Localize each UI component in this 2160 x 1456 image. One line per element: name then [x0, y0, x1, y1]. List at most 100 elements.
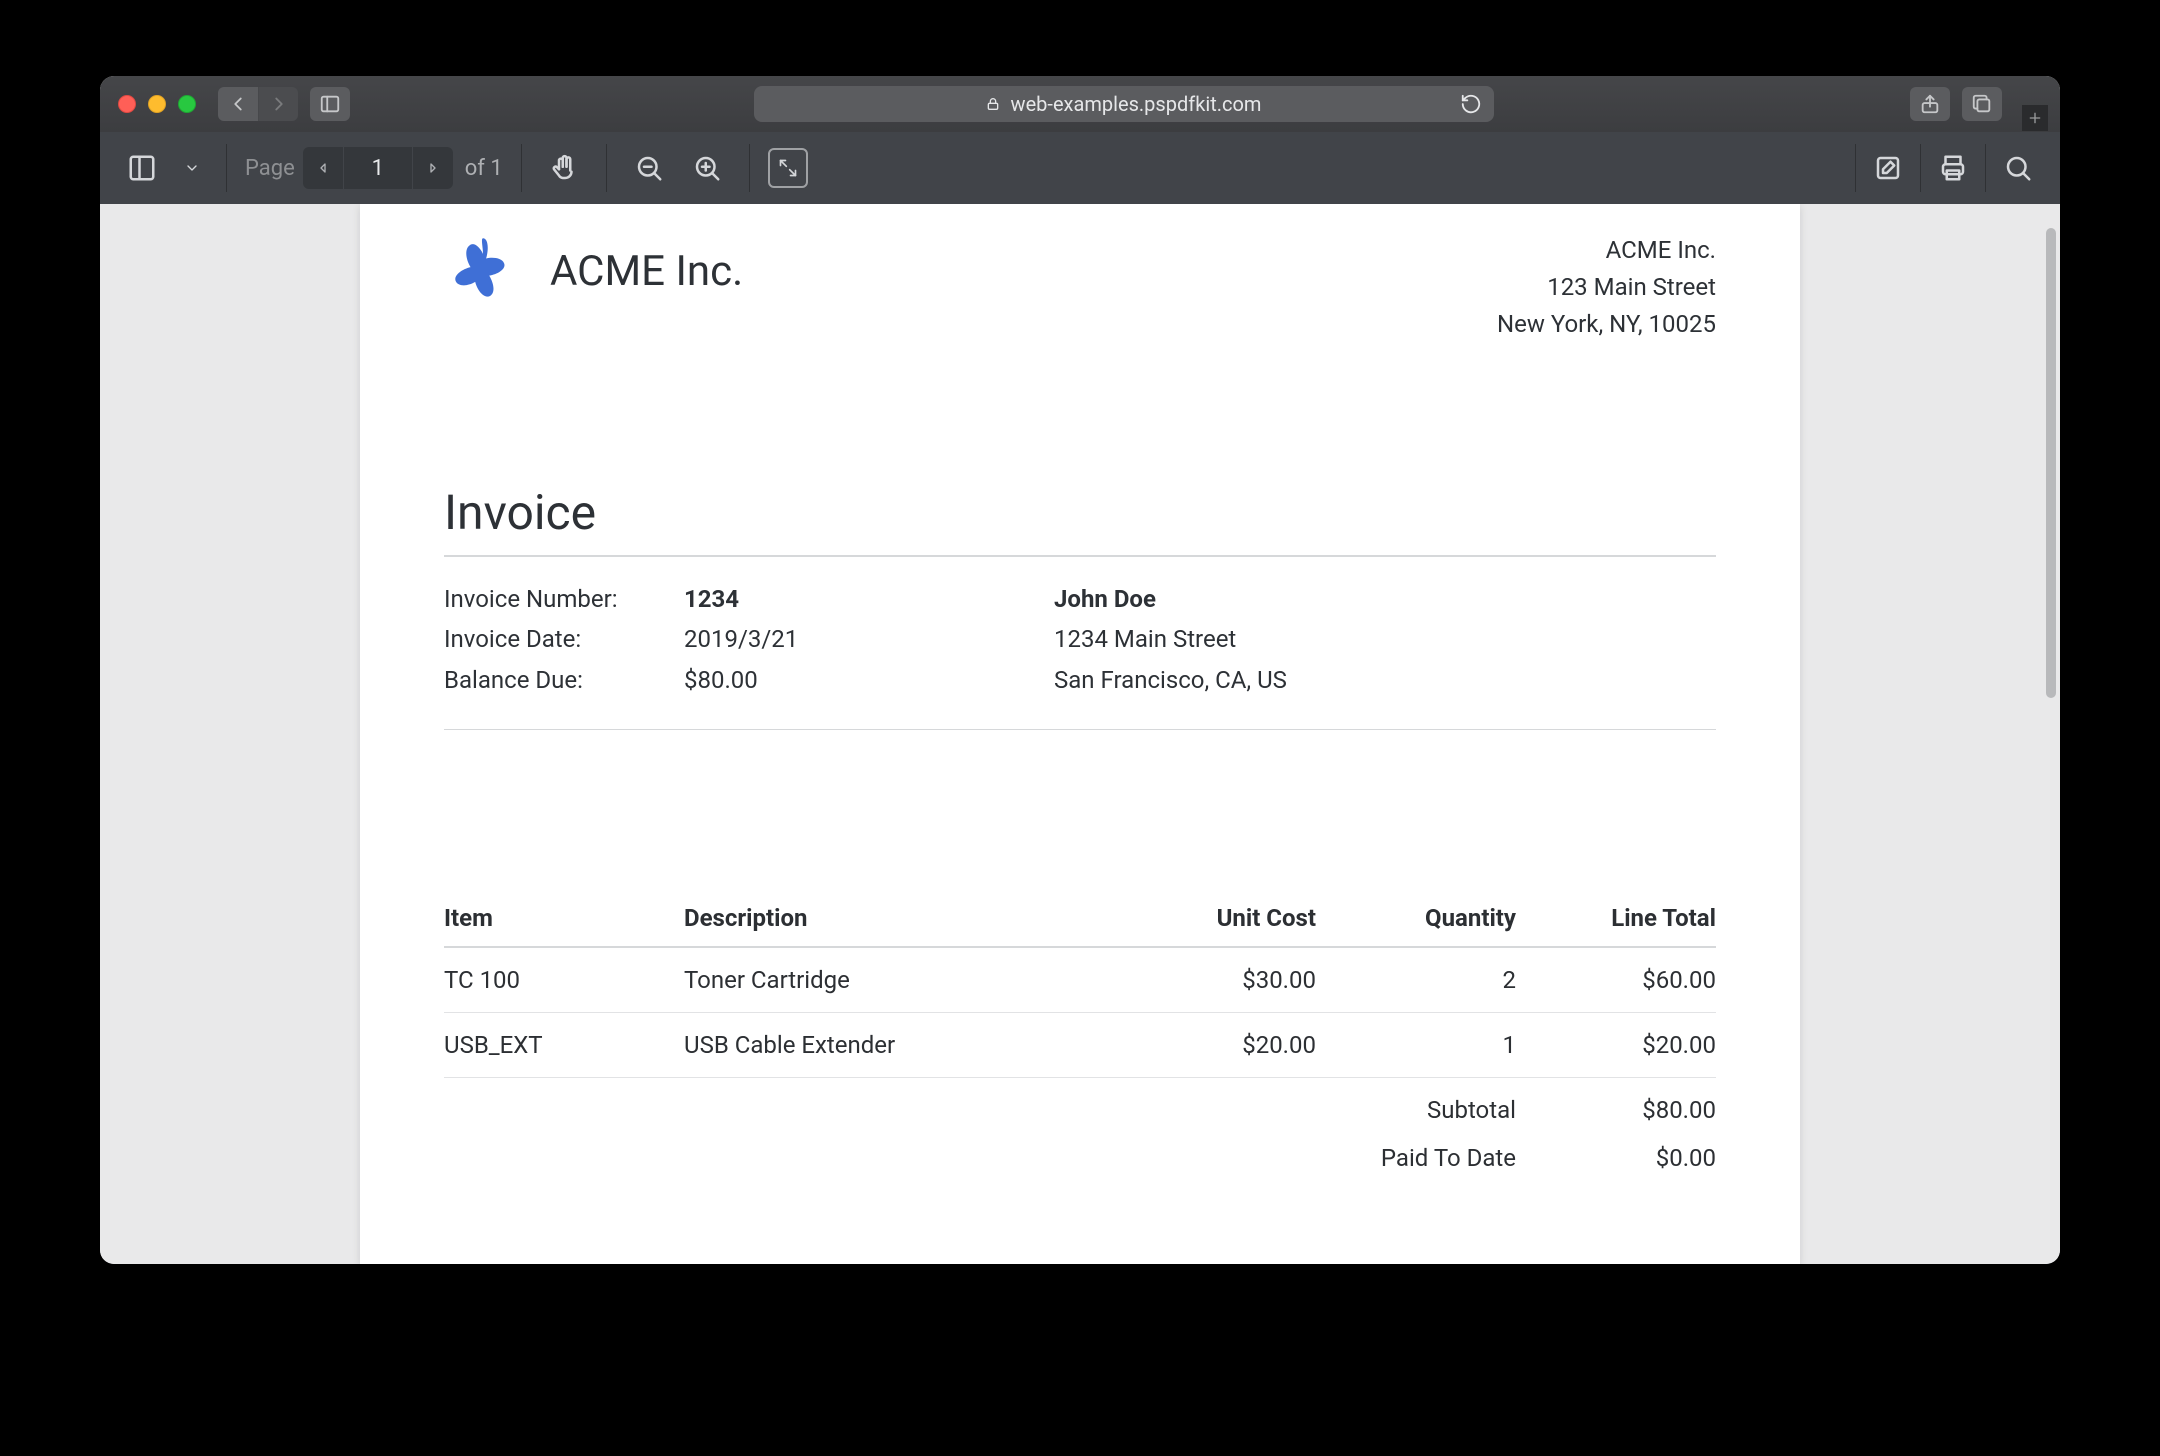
view-mode-dropdown[interactable]	[176, 144, 208, 192]
col-item: Item	[444, 890, 684, 947]
share-icon	[1919, 93, 1941, 115]
window-controls	[112, 95, 196, 113]
url-text: web-examples.pspdfkit.com	[1011, 92, 1262, 116]
billto-street: 1234 Main Street	[1054, 619, 1287, 660]
cell-line: $20.00	[1516, 1012, 1716, 1077]
vertical-scrollbar[interactable]	[2046, 228, 2056, 698]
zoom-in-icon	[692, 153, 722, 183]
invoice-meta-left: Invoice Number: 1234 Invoice Date: 2019/…	[444, 579, 1054, 701]
divider	[444, 555, 1716, 557]
separator	[749, 144, 750, 192]
billto-city: San Francisco, CA, US	[1054, 660, 1287, 701]
print-icon	[1938, 153, 1968, 183]
pdf-page: ACME Inc. ACME Inc. 123 Main Street New …	[360, 204, 1800, 1264]
titlebar: web-examples.pspdfkit.com	[100, 76, 2060, 132]
thumbnails-button[interactable]	[118, 144, 166, 192]
addr-line: ACME Inc.	[1497, 232, 1716, 269]
search-icon	[2003, 153, 2033, 183]
edit-icon	[1873, 153, 1903, 183]
page-navigator: Page 1 of 1	[245, 147, 503, 189]
chevron-right-icon	[268, 93, 290, 115]
expand-icon	[778, 158, 798, 178]
divider	[444, 729, 1716, 730]
tabs-button[interactable]	[1962, 87, 2002, 121]
addr-line: New York, NY, 10025	[1497, 306, 1716, 343]
back-button[interactable]	[218, 87, 258, 121]
new-tab-button[interactable]	[2022, 105, 2048, 131]
page-label: Page	[245, 156, 295, 181]
separator	[521, 144, 522, 192]
zoom-in-button[interactable]	[683, 144, 731, 192]
invoice-date-label: Invoice Date:	[444, 619, 684, 660]
page-number-input[interactable]: 1	[343, 147, 413, 189]
caret-down-icon	[184, 160, 200, 176]
invoice-number-label: Invoice Number:	[444, 579, 684, 620]
print-button[interactable]	[1929, 144, 1977, 192]
tabs-icon	[1971, 93, 1993, 115]
browser-window: web-examples.pspdfkit.com Page	[100, 76, 2060, 1264]
col-line-total: Line Total	[1516, 890, 1716, 947]
next-page-button[interactable]	[413, 147, 453, 189]
subtotal-value: $80.00	[1516, 1096, 1716, 1124]
cell-item: TC 100	[444, 947, 684, 1013]
separator	[1855, 144, 1856, 192]
brand: ACME Inc.	[444, 232, 743, 310]
paid-label: Paid To Date	[1256, 1144, 1516, 1172]
cell-desc: Toner Cartridge	[684, 947, 1116, 1013]
address-bar[interactable]: web-examples.pspdfkit.com	[754, 86, 1494, 122]
forward-button[interactable]	[258, 87, 298, 121]
cell-qty: 2	[1316, 947, 1516, 1013]
balance-due: $80.00	[684, 660, 758, 701]
cell-unit: $30.00	[1116, 947, 1316, 1013]
cell-item: USB_EXT	[444, 1012, 684, 1077]
pan-tool-button[interactable]	[540, 144, 588, 192]
annotate-button[interactable]	[1864, 144, 1912, 192]
search-button[interactable]	[1994, 144, 2042, 192]
invoice-number: 1234	[684, 579, 739, 620]
pdf-viewport[interactable]: ACME Inc. ACME Inc. 123 Main Street New …	[100, 204, 2060, 1264]
col-unit-cost: Unit Cost	[1116, 890, 1316, 947]
separator	[1985, 144, 1986, 192]
hand-icon	[549, 153, 579, 183]
triangle-left-icon	[315, 160, 331, 176]
cell-qty: 1	[1316, 1012, 1516, 1077]
fit-page-button[interactable]	[768, 148, 808, 188]
subtotal-label: Subtotal	[1256, 1096, 1516, 1124]
zoom-window-button[interactable]	[178, 95, 196, 113]
cell-line: $60.00	[1516, 947, 1716, 1013]
lock-icon	[985, 96, 1001, 112]
share-button[interactable]	[1910, 87, 1950, 121]
line-items-table: Item Description Unit Cost Quantity Line…	[444, 890, 1716, 1078]
invoice-title: Invoice	[444, 484, 1716, 541]
billto-name: John Doe	[1054, 579, 1287, 620]
reload-icon[interactable]	[1460, 93, 1482, 115]
titlebar-right	[1910, 87, 2002, 121]
chevron-left-icon	[227, 93, 249, 115]
zoom-out-button[interactable]	[625, 144, 673, 192]
cell-unit: $20.00	[1116, 1012, 1316, 1077]
plus-icon	[2027, 110, 2043, 126]
thumbnails-icon	[127, 153, 157, 183]
totals: Subtotal $80.00 Paid To Date $0.00	[444, 1086, 1716, 1182]
bill-to: John Doe 1234 Main Street San Francisco,…	[1054, 579, 1287, 701]
table-row: TC 100 Toner Cartridge $30.00 2 $60.00	[444, 947, 1716, 1013]
invoice-date: 2019/3/21	[684, 619, 798, 660]
triangle-right-icon	[425, 160, 441, 176]
zoom-out-icon	[634, 153, 664, 183]
nav-back-forward	[218, 87, 298, 121]
prev-page-button[interactable]	[303, 147, 343, 189]
close-window-button[interactable]	[118, 95, 136, 113]
pdf-toolbar: Page 1 of 1	[100, 132, 2060, 204]
col-description: Description	[684, 890, 1116, 947]
invoice-meta: Invoice Number: 1234 Invoice Date: 2019/…	[444, 579, 1716, 701]
table-row: USB_EXT USB Cable Extender $20.00 1 $20.…	[444, 1012, 1716, 1077]
sidebar-icon	[319, 93, 341, 115]
table-header-row: Item Description Unit Cost Quantity Line…	[444, 890, 1716, 947]
company-address: ACME Inc. 123 Main Street New York, NY, …	[1497, 232, 1716, 344]
separator	[226, 144, 227, 192]
sidebar-toggle-button[interactable]	[310, 87, 350, 121]
separator	[606, 144, 607, 192]
minimize-window-button[interactable]	[148, 95, 166, 113]
balance-due-label: Balance Due:	[444, 660, 684, 701]
page-count: of 1	[465, 156, 503, 181]
